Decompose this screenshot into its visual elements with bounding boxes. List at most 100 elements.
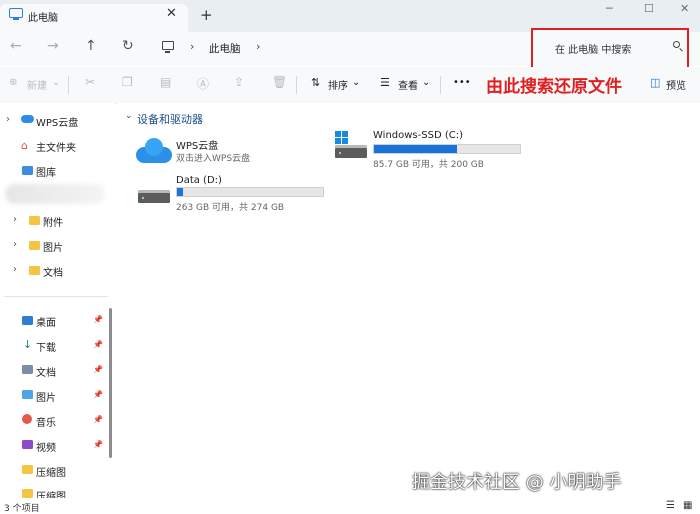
sidebar-item-documents[interactable]: 文档 xyxy=(36,364,56,379)
breadcrumb-separator[interactable]: › xyxy=(256,40,260,53)
pin-icon: 📌 xyxy=(93,340,103,349)
sidebar-item-gallery[interactable]: 图库 xyxy=(36,164,56,179)
collapse-chevron-icon[interactable]: ⌄ xyxy=(125,111,133,121)
drive-usage-fill-c xyxy=(374,145,458,153)
toolbar-divider xyxy=(440,76,441,94)
wps-cloud-drive[interactable] xyxy=(136,138,172,163)
section-title[interactable]: 设备和驱动器 xyxy=(137,111,203,127)
refresh-button[interactable]: ↻ xyxy=(122,38,134,54)
view-button[interactable]: 查看 xyxy=(398,77,418,92)
annotation-text: 由此搜索还原文件 xyxy=(486,77,622,97)
computer-icon xyxy=(9,8,23,20)
tab-title: 此电脑 xyxy=(28,13,58,24)
pin-icon: 📌 xyxy=(93,365,103,374)
sort-icon: ⇅ xyxy=(311,76,321,89)
preview-icon: ◫ xyxy=(650,76,661,89)
cloud-icon-top xyxy=(145,138,163,156)
redacted-item xyxy=(5,184,105,204)
folder-icon xyxy=(29,216,40,225)
sidebar-scrollbar[interactable] xyxy=(109,308,112,458)
expand-chevron-icon[interactable]: › xyxy=(13,264,17,275)
drive-space-c: 85.7 GB 可用，共 200 GB xyxy=(373,160,484,170)
cut-icon[interactable]: ✂ xyxy=(85,75,95,89)
drive-name-wps[interactable]: WPS云盘 xyxy=(176,137,218,152)
pin-icon: 📌 xyxy=(93,390,103,399)
chevron-down-icon: ⌄ xyxy=(422,77,431,88)
back-button[interactable]: ← xyxy=(10,38,22,54)
download-icon: ↓ xyxy=(23,338,33,351)
watermark: 掘金技术社区 @ 小明助手 xyxy=(412,472,622,493)
documents-icon xyxy=(22,365,33,374)
folder-icon xyxy=(29,241,40,250)
drive-desc-wps: 双击进入WPS云盘 xyxy=(176,154,251,164)
forward-button[interactable]: → xyxy=(47,38,59,54)
rename-icon[interactable]: Ⓐ xyxy=(197,75,209,92)
videos-icon xyxy=(22,440,33,449)
sidebar-divider xyxy=(4,296,108,297)
sidebar-item-videos[interactable]: 视频 xyxy=(36,439,56,454)
pin-icon: 📌 xyxy=(93,415,103,424)
expand-chevron-icon[interactable]: › xyxy=(13,239,17,250)
paste-icon[interactable]: ▤ xyxy=(160,75,171,89)
new-button[interactable]: 新建 xyxy=(27,77,47,92)
folder-icon xyxy=(29,266,40,275)
toolbar-divider xyxy=(68,76,69,94)
drive-usage-bar-c xyxy=(373,144,521,154)
drive-disk-icon xyxy=(138,190,170,203)
details-view-icon[interactable]: ☰ xyxy=(666,500,675,511)
chevron-down-icon: ⌄ xyxy=(352,77,361,88)
home-icon: ⌂ xyxy=(21,139,28,152)
drive-disk-icon xyxy=(335,145,367,158)
sort-button[interactable]: 排序 xyxy=(328,77,348,92)
sidebar-item-attachments[interactable]: 附件 xyxy=(43,214,63,229)
new-tab-button[interactable]: + xyxy=(200,6,213,24)
music-icon xyxy=(22,414,32,424)
item-count: 3 个项目 xyxy=(4,504,40,514)
address-bar[interactable] xyxy=(152,37,512,59)
computer-icon xyxy=(162,41,174,53)
toolbar-divider xyxy=(296,76,297,94)
search-input[interactable]: 在 此电脑 中搜索 xyxy=(555,41,631,56)
minimize-button[interactable]: ─ xyxy=(606,2,613,15)
expand-chevron-icon[interactable]: › xyxy=(6,114,10,125)
copy-icon[interactable]: ❐ xyxy=(122,75,133,89)
sidebar-item-desktop[interactable]: 桌面 xyxy=(36,314,56,329)
breadcrumb-this-pc[interactable]: 此电脑 xyxy=(209,41,241,56)
close-tab-icon[interactable]: ✕ xyxy=(166,6,177,21)
share-icon[interactable]: ⇪ xyxy=(234,75,244,89)
more-options-button[interactable]: ••• xyxy=(453,77,471,88)
new-icon: ⊕ xyxy=(9,77,18,88)
drive-space-d: 263 GB 可用，共 274 GB xyxy=(176,203,285,213)
status-bar xyxy=(0,498,700,514)
tiles-view-icon[interactable]: ▦ xyxy=(683,500,692,511)
up-button[interactable]: ↑ xyxy=(85,38,97,54)
pin-icon: 📌 xyxy=(93,315,103,324)
pictures-icon xyxy=(22,390,33,399)
sidebar-item-downloads[interactable]: 下载 xyxy=(36,339,56,354)
sidebar-item-documents-folder[interactable]: 文档 xyxy=(43,264,63,279)
sidebar-item-pictures[interactable]: 图片 xyxy=(36,389,56,404)
drive-name-d[interactable]: Data (D:) xyxy=(176,175,222,186)
chevron-down-icon: ⌄ xyxy=(52,77,61,88)
gallery-icon xyxy=(22,166,33,175)
sidebar-item-home[interactable]: 主文件夹 xyxy=(36,139,76,154)
drive-name-c[interactable]: Windows-SSD (C:) xyxy=(373,130,463,141)
delete-icon[interactable]: 🗑 xyxy=(272,75,287,89)
cloud-icon xyxy=(21,115,34,123)
sidebar-item-music[interactable]: 音乐 xyxy=(36,414,56,429)
pin-icon: 📌 xyxy=(93,440,103,449)
preview-button[interactable]: 预览 xyxy=(666,77,686,92)
maximize-button[interactable]: ☐ xyxy=(644,2,654,15)
close-window-button[interactable]: ✕ xyxy=(680,2,689,15)
sidebar xyxy=(0,103,116,498)
breadcrumb-separator: › xyxy=(190,40,195,53)
sidebar-item-compressed-1[interactable]: 压缩图 xyxy=(36,464,66,479)
desktop-icon xyxy=(22,316,33,325)
folder-icon xyxy=(22,465,33,474)
view-icon: ☰ xyxy=(380,76,390,89)
sidebar-item-wps-cloud[interactable]: WPS云盘 xyxy=(36,114,78,129)
drive-usage-fill-d xyxy=(177,188,183,196)
expand-chevron-icon[interactable]: › xyxy=(13,214,17,225)
sidebar-item-pictures-folder[interactable]: 图片 xyxy=(43,239,63,254)
search-icon[interactable] xyxy=(673,41,680,48)
